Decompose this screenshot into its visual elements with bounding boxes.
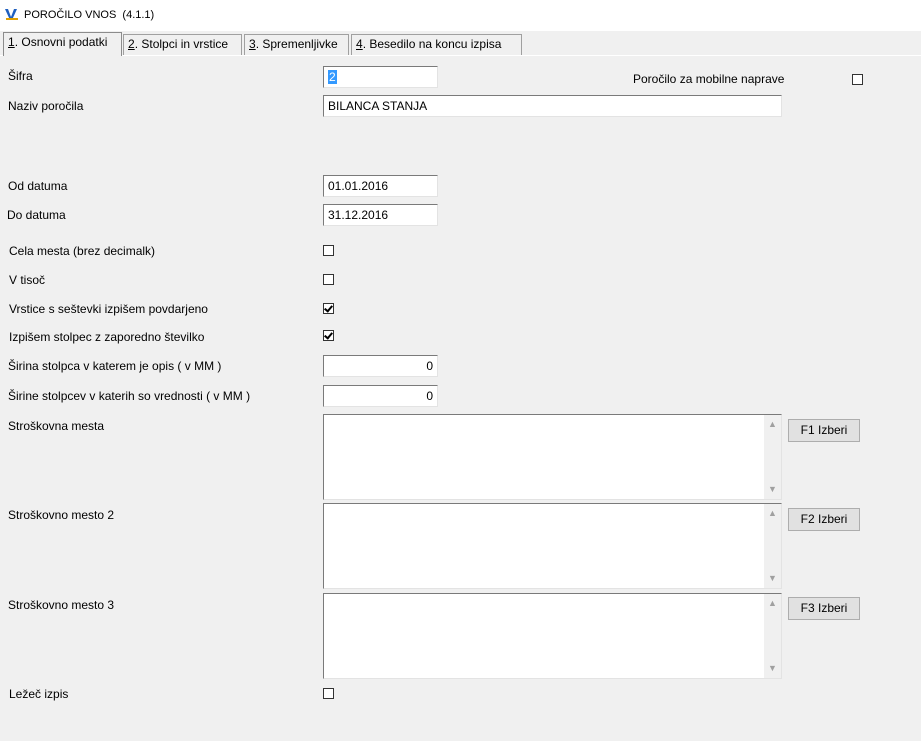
scroll-up-icon[interactable]: ▲ (767, 419, 778, 430)
od-datuma-label: Od datuma (8, 179, 68, 193)
naziv-input[interactable]: BILANCA STANJA (323, 95, 782, 117)
stolpec-checkbox[interactable] (323, 330, 334, 341)
f2-izberi-button[interactable]: F2 Izberi (788, 508, 860, 531)
memo-scrollbar[interactable]: ▲ ▼ (764, 415, 781, 499)
stroskovna-mesta-memo[interactable]: ▲ ▼ (323, 414, 782, 500)
tab-osnovni-podatki[interactable]: 1. Osnovni podatki (3, 32, 122, 56)
scroll-down-icon[interactable]: ▼ (767, 573, 778, 584)
mobile-checkbox[interactable] (852, 74, 863, 85)
sirine-vrednosti-label: Širine stolpcev v katerih so vrednosti (… (8, 389, 251, 403)
vrstice-checkbox[interactable] (323, 303, 334, 314)
cela-mesta-checkbox[interactable] (323, 245, 334, 256)
window-title: POROČILO VNOS (4.1.1) (24, 9, 155, 21)
stroskovna-mesta-label: Stroškovna mesta (8, 419, 105, 433)
stroskovno-mesto-3-memo[interactable]: ▲ ▼ (323, 593, 782, 679)
sirina-opis-label: Širina stolpca v katerem je opis ( v MM … (8, 359, 222, 373)
tab-spremenljivke[interactable]: 3. Spremenljivke (244, 34, 349, 55)
v-tisoc-checkbox[interactable] (323, 274, 334, 285)
stroskovno-mesto-2-memo[interactable]: ▲ ▼ (323, 503, 782, 589)
stolpec-label: Izpišem stolpec z zaporedno številko (9, 330, 205, 344)
sifra-label: Šifra (8, 69, 33, 83)
scroll-down-icon[interactable]: ▼ (767, 484, 778, 495)
lezec-izpis-label: Ležeč izpis (9, 687, 69, 701)
tab-stolpci-in-vrstice[interactable]: 2. Stolpci in vrstice (123, 34, 242, 55)
app-icon (5, 9, 18, 20)
sirine-vrednosti-input[interactable]: 0 (323, 385, 438, 407)
stroskovno-mesto-3-label: Stroškovno mesto 3 (8, 598, 115, 612)
f1-izberi-button[interactable]: F1 Izberi (788, 419, 860, 442)
do-datuma-label: Do datuma (7, 208, 66, 222)
f3-izberi-button[interactable]: F3 Izberi (788, 597, 860, 620)
scroll-up-icon[interactable]: ▲ (767, 598, 778, 609)
scroll-down-icon[interactable]: ▼ (767, 663, 778, 674)
v-tisoc-label: V tisoč (9, 273, 46, 287)
vrstice-label: Vrstice s seštevki izpišem povdarjeno (9, 302, 208, 316)
lezec-izpis-checkbox[interactable] (323, 688, 334, 699)
sifra-input[interactable]: 2 (323, 66, 438, 88)
title-bar: POROČILO VNOS (4.1.1) (0, 0, 921, 31)
stroskovno-mesto-2-label: Stroškovno mesto 2 (8, 508, 115, 522)
tab-besedilo-na-koncu-izpisa[interactable]: 4. Besedilo na koncu izpisa (351, 34, 522, 55)
mobile-label: Poročilo za mobilne naprave (633, 72, 785, 86)
scroll-up-icon[interactable]: ▲ (767, 508, 778, 519)
naziv-label: Naziv poročila (8, 99, 84, 113)
od-datuma-input[interactable]: 01.01.2016 (323, 175, 438, 197)
do-datuma-input[interactable]: 31.12.2016 (323, 204, 438, 226)
tab-strip-line (0, 55, 921, 56)
memo-scrollbar[interactable]: ▲ ▼ (764, 594, 781, 678)
cela-mesta-label: Cela mesta (brez decimalk) (9, 244, 156, 258)
sirina-opis-input[interactable]: 0 (323, 355, 438, 377)
memo-scrollbar[interactable]: ▲ ▼ (764, 504, 781, 588)
